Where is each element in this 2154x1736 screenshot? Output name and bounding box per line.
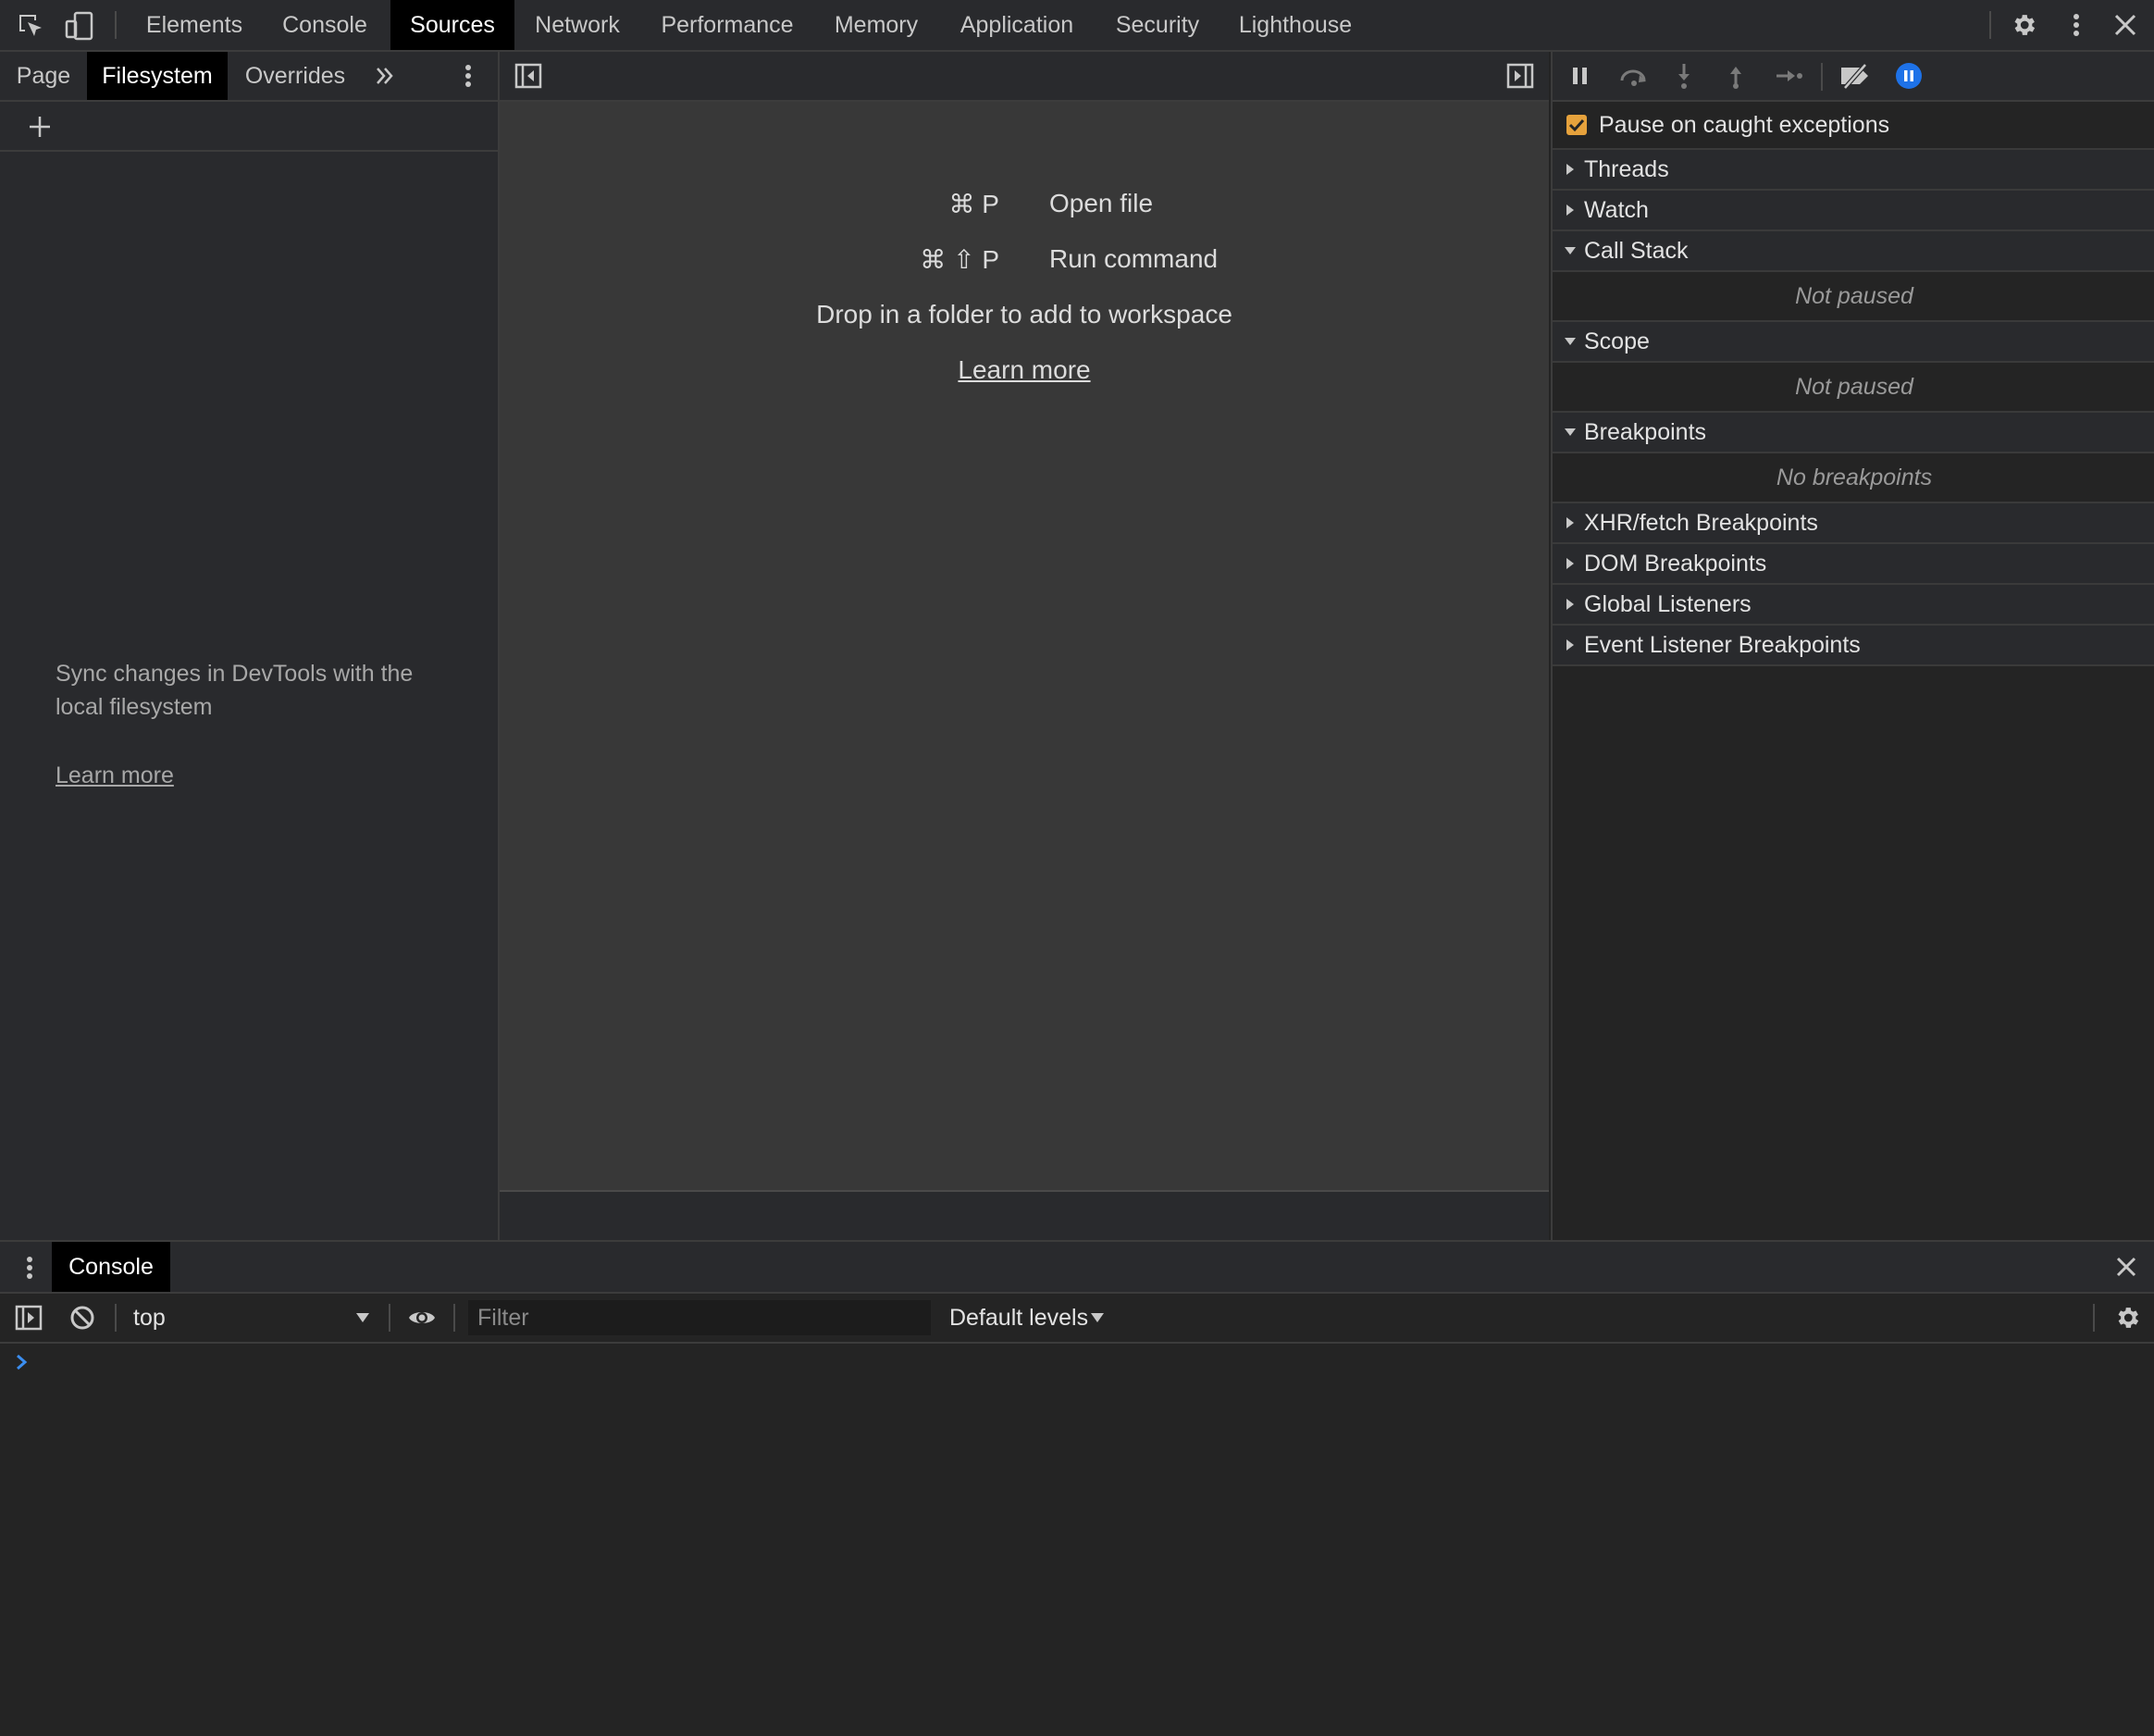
drawer-tabbar: Console <box>0 1242 2154 1294</box>
live-expression-eye-icon[interactable] <box>407 1306 437 1330</box>
expand-triangle-icon <box>1566 558 1574 569</box>
section-scope-label: Scope <box>1584 329 1650 354</box>
expand-triangle-icon <box>1566 639 1574 651</box>
run-command-shortcut: ⌘ ⇧ P <box>920 245 999 274</box>
pause-on-caught-label: Pause on caught exceptions <box>1599 112 1890 138</box>
filesystem-message: Sync changes in DevTools with the local … <box>56 657 463 724</box>
run-command-label: Run command <box>1049 244 1219 273</box>
tab-page[interactable]: Page <box>0 52 87 100</box>
collapse-triangle-icon <box>1565 428 1576 436</box>
editor-learn-more-link[interactable]: Learn more <box>500 355 1549 385</box>
section-dom-label: DOM Breakpoints <box>1584 551 1767 577</box>
expand-triangle-icon <box>1566 164 1574 175</box>
section-event-label: Event Listener Breakpoints <box>1584 632 1861 658</box>
collapse-triangle-icon <box>1565 338 1576 345</box>
close-icon[interactable] <box>2113 13 2137 37</box>
console-drawer: Console top Default levels <box>0 1240 2154 1736</box>
navigator-actions <box>0 102 498 152</box>
section-watch-label: Watch <box>1584 197 1649 223</box>
pause-on-caught-checkbox[interactable] <box>1566 114 1588 136</box>
debugger-sidebar: Pause on caught exceptions Threads Watch… <box>1551 52 2154 1240</box>
levels-arrow-icon[interactable] <box>1090 1312 1105 1323</box>
plus-icon[interactable] <box>28 115 52 139</box>
call-stack-status: Not paused <box>1553 272 2154 322</box>
pause-icon[interactable] <box>1569 64 1591 88</box>
drawer-tab-console[interactable]: Console <box>52 1242 170 1292</box>
step-icon[interactable] <box>1775 65 1804 87</box>
expand-triangle-icon <box>1566 205 1574 216</box>
tab-memory[interactable]: Memory <box>825 0 927 50</box>
console-toolbar: top Default levels <box>0 1294 2154 1344</box>
open-file-shortcut: ⌘ P <box>948 190 999 218</box>
section-threads-label: Threads <box>1584 156 1669 182</box>
tab-elements[interactable]: Elements <box>135 0 254 50</box>
filesystem-message-line1: Sync changes in DevTools with the <box>56 661 414 687</box>
step-out-icon[interactable] <box>1725 62 1747 90</box>
navigator-learn-more-link[interactable]: Learn more <box>56 759 174 792</box>
show-sidebar-icon[interactable] <box>15 1305 43 1331</box>
console-prompt-icon[interactable] <box>15 1353 30 1371</box>
tab-console[interactable]: Console <box>266 0 383 50</box>
drawer-menu-icon[interactable] <box>20 1255 39 1281</box>
log-levels-dropdown[interactable]: Default levels <box>949 1294 1088 1342</box>
section-call-stack-label: Call Stack <box>1584 238 1689 264</box>
expand-triangle-icon <box>1566 517 1574 528</box>
section-global-label: Global Listeners <box>1584 591 1752 617</box>
settings-icon[interactable] <box>2010 11 2037 39</box>
section-xhr-breakpoints[interactable]: XHR/fetch Breakpoints <box>1553 503 2154 544</box>
collapse-triangle-icon <box>1565 247 1576 254</box>
tab-lighthouse[interactable]: Lighthouse <box>1232 0 1358 50</box>
console-filter-input[interactable] <box>468 1300 931 1335</box>
tab-filesystem[interactable]: Filesystem <box>87 52 228 100</box>
section-breakpoints-label: Breakpoints <box>1584 419 1707 445</box>
section-threads[interactable]: Threads <box>1553 150 2154 191</box>
dropdown-arrow-icon[interactable] <box>355 1312 370 1323</box>
pause-on-exceptions-icon[interactable] <box>1895 62 1923 90</box>
tab-sources[interactable]: Sources <box>390 0 514 50</box>
navigator-panel: Page Filesystem Overrides Sync changes i… <box>0 52 500 1240</box>
editor-panel: ⌘ P Open file ⌘ ⇧ P Run command Drop in … <box>500 52 1549 1240</box>
navigator-tabbar: Page Filesystem Overrides <box>0 52 498 102</box>
section-global-listeners[interactable]: Global Listeners <box>1553 585 2154 626</box>
scope-status: Not paused <box>1553 363 2154 413</box>
section-watch[interactable]: Watch <box>1553 191 2154 231</box>
device-toolbar-icon[interactable] <box>65 10 96 42</box>
editor-toolbar <box>500 52 1549 102</box>
editor-status-bar <box>500 1190 1549 1240</box>
section-event-listener-breakpoints[interactable]: Event Listener Breakpoints <box>1553 626 2154 666</box>
toggle-navigator-icon[interactable] <box>514 63 542 89</box>
toggle-debugger-icon[interactable] <box>1506 63 1534 89</box>
console-settings-icon[interactable] <box>2113 1304 2141 1332</box>
section-call-stack[interactable]: Call Stack <box>1553 231 2154 272</box>
tab-performance[interactable]: Performance <box>650 0 805 50</box>
expand-triangle-icon <box>1566 599 1574 610</box>
context-selector[interactable]: top <box>133 1294 166 1342</box>
clear-console-icon[interactable] <box>69 1305 95 1331</box>
filesystem-message-line2: local filesystem <box>56 694 213 720</box>
tab-network[interactable]: Network <box>524 0 631 50</box>
pause-on-caught-row[interactable]: Pause on caught exceptions <box>1553 102 2154 150</box>
tab-application[interactable]: Application <box>953 0 1081 50</box>
deactivate-breakpoints-icon[interactable] <box>1838 63 1873 89</box>
section-breakpoints[interactable]: Breakpoints <box>1553 413 2154 453</box>
double-chevron-icon[interactable] <box>374 65 396 87</box>
navigator-menu-icon[interactable] <box>459 63 477 89</box>
section-xhr-label: XHR/fetch Breakpoints <box>1584 510 1818 536</box>
tab-overrides[interactable]: Overrides <box>235 52 355 100</box>
tab-security[interactable]: Security <box>1107 0 1208 50</box>
close-drawer-icon[interactable] <box>2115 1256 2137 1278</box>
inspect-element-icon[interactable] <box>17 12 44 40</box>
breakpoints-status: No breakpoints <box>1553 453 2154 503</box>
open-file-label: Open file <box>1049 189 1154 217</box>
step-into-icon[interactable] <box>1673 62 1695 90</box>
more-options-icon[interactable] <box>2067 11 2086 39</box>
section-dom-breakpoints[interactable]: DOM Breakpoints <box>1553 544 2154 585</box>
step-over-icon[interactable] <box>1617 64 1651 88</box>
drop-folder-message: Drop in a folder to add to workspace <box>816 300 1232 329</box>
section-scope[interactable]: Scope <box>1553 322 2154 363</box>
main-toolbar: Elements Console Sources Network Perform… <box>0 0 2154 52</box>
debugger-toolbar <box>1553 52 2154 102</box>
